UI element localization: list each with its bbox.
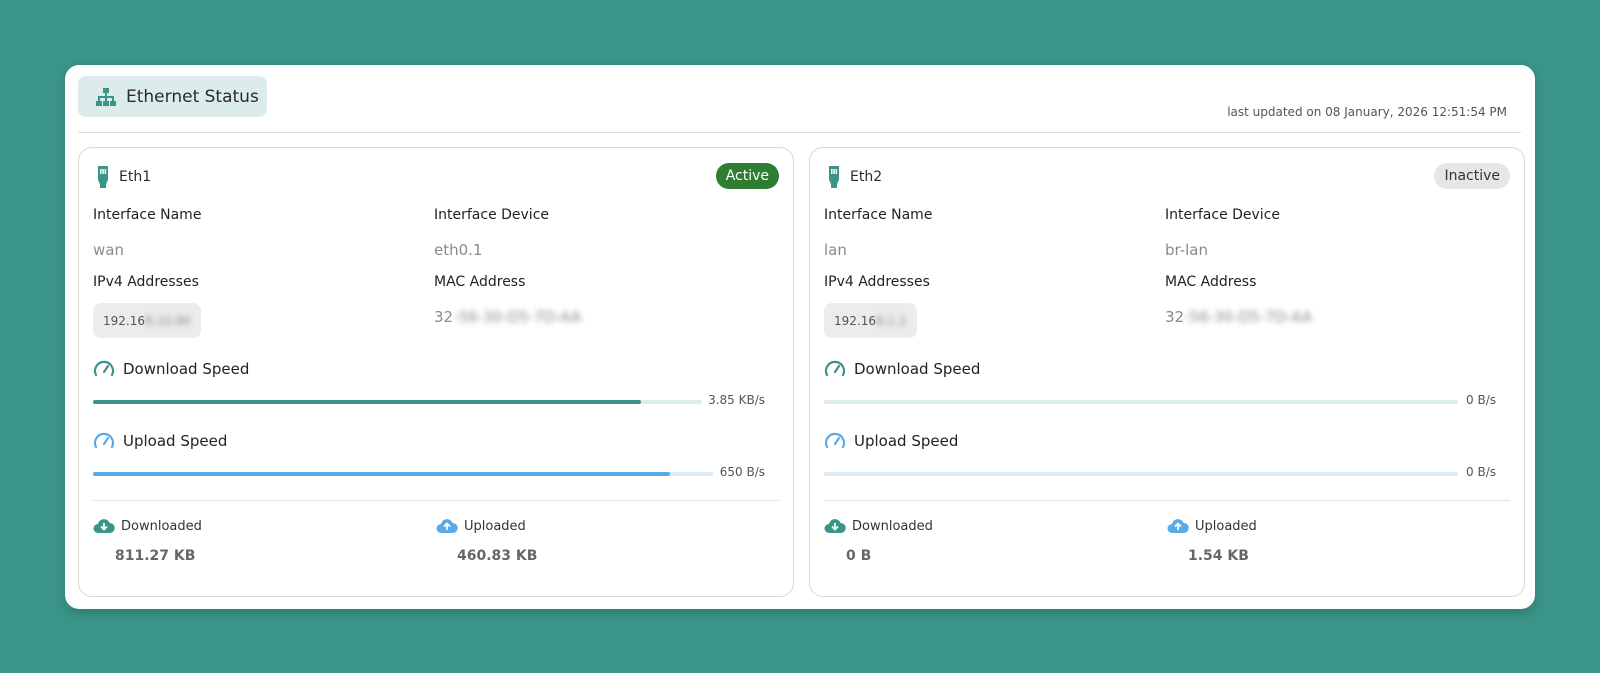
status-badge: Inactive — [1434, 163, 1510, 189]
ethernet-port-icon — [829, 166, 839, 188]
interface-device-value: br-lan — [1165, 241, 1209, 259]
ethernet-port-icon — [98, 166, 108, 188]
mac-masked: -56-30-D5-7D-AA — [453, 308, 582, 326]
panel-header: Ethernet Status last updated on 08 Janua… — [78, 76, 1521, 133]
port-name: Eth1 — [119, 169, 152, 185]
upload-speed-fill — [93, 472, 670, 476]
ipv4-visible: 192.16 — [103, 313, 145, 328]
mac-address-value: 32-56-30-D5-7D-AA — [1165, 308, 1312, 326]
downloaded-value: 811.27 KB — [115, 548, 196, 564]
card-header: Eth2 Inactive — [827, 163, 1510, 196]
upload-speed-text: Upload Speed — [854, 432, 959, 450]
speedometer-icon — [824, 360, 846, 377]
mac-visible: 32 — [1165, 308, 1185, 326]
speedometer-icon — [93, 360, 115, 377]
uploaded-label: Uploaded — [1167, 518, 1257, 534]
status-badge: Active — [715, 163, 779, 189]
divider — [93, 500, 779, 501]
downloaded-label: Downloaded — [824, 518, 933, 534]
ipv4-masked: 8.1.1 — [876, 313, 907, 328]
last-updated-text: last updated on 08 January, 2026 12:51:5… — [1227, 105, 1507, 119]
download-speed-text: Download Speed — [123, 360, 250, 378]
download-speed-fill — [93, 400, 642, 404]
speedometer-icon — [93, 432, 115, 449]
ipv4-masked: 8.10.90 — [145, 313, 191, 328]
download-speed-bar — [824, 400, 1458, 404]
download-speed-label: Download Speed — [93, 360, 249, 378]
ipv4-label: IPv4 Addresses — [93, 274, 199, 290]
downloaded-text: Downloaded — [121, 518, 202, 534]
uploaded-text: Uploaded — [464, 518, 526, 534]
interface-name-value: lan — [824, 241, 847, 259]
uploaded-label: Uploaded — [436, 518, 526, 534]
card-header: Eth1 Active — [96, 163, 779, 196]
cloud-download-icon — [93, 519, 115, 533]
uploaded-value: 1.54 KB — [1188, 548, 1249, 564]
panel-title-text: Ethernet Status — [126, 86, 259, 107]
interface-device-label: Interface Device — [434, 207, 550, 223]
cloud-upload-icon — [1167, 519, 1189, 533]
cloud-upload-icon — [436, 519, 458, 533]
interface-name-value: wan — [93, 241, 124, 259]
mac-address-value: 32-56-30-D5-7D-AA — [434, 308, 581, 326]
uploaded-value: 460.83 KB — [457, 548, 538, 564]
downloaded-value: 0 B — [846, 548, 872, 564]
interface-device-label: Interface Device — [1165, 207, 1281, 223]
ipv4-visible: 192.16 — [834, 313, 876, 328]
cloud-download-icon — [824, 519, 846, 533]
mac-masked: -56-30-D5-7D-AA — [1184, 308, 1313, 326]
ipv4-address-chip: 192.16 8.10.90 — [93, 303, 201, 338]
upload-speed-bar — [93, 472, 713, 476]
download-speed-label: Download Speed — [824, 360, 980, 378]
divider — [824, 500, 1510, 501]
ipv4-label: IPv4 Addresses — [824, 274, 930, 290]
downloaded-label: Downloaded — [93, 518, 202, 534]
interface-name-label: Interface Name — [824, 207, 933, 223]
interface-card-eth2: Eth2 Inactive Interface Name lan Interfa… — [809, 147, 1525, 597]
download-speed-bar — [93, 400, 702, 404]
upload-speed-label: Upload Speed — [824, 432, 958, 450]
mac-label: MAC Address — [1165, 274, 1257, 290]
panel-title: Ethernet Status — [78, 76, 267, 117]
mac-label: MAC Address — [434, 274, 526, 290]
interface-card-eth1: Eth1 Active Interface Name wan Interface… — [78, 147, 794, 597]
interface-device-value: eth0.1 — [434, 241, 483, 259]
port-title: Eth1 — [96, 166, 779, 188]
ipv4-address-chip: 192.16 8.1.1 — [824, 303, 917, 338]
upload-speed-text: Upload Speed — [123, 432, 228, 450]
download-speed-value: 3.85 KB/s — [708, 393, 765, 407]
mac-visible: 32 — [434, 308, 454, 326]
download-speed-text: Download Speed — [854, 360, 981, 378]
upload-speed-value: 650 B/s — [719, 465, 765, 479]
port-name: Eth2 — [850, 169, 883, 185]
uploaded-text: Uploaded — [1195, 518, 1257, 534]
interface-name-label: Interface Name — [93, 207, 202, 223]
download-speed-value: 0 B/s — [1466, 393, 1496, 407]
port-title: Eth2 — [827, 166, 1510, 188]
network-icon — [96, 87, 116, 106]
downloaded-text: Downloaded — [852, 518, 933, 534]
upload-speed-value: 0 B/s — [1466, 465, 1496, 479]
ethernet-status-panel: Ethernet Status last updated on 08 Janua… — [65, 65, 1535, 609]
speedometer-icon — [824, 432, 846, 449]
upload-speed-label: Upload Speed — [93, 432, 227, 450]
upload-speed-bar — [824, 472, 1458, 476]
